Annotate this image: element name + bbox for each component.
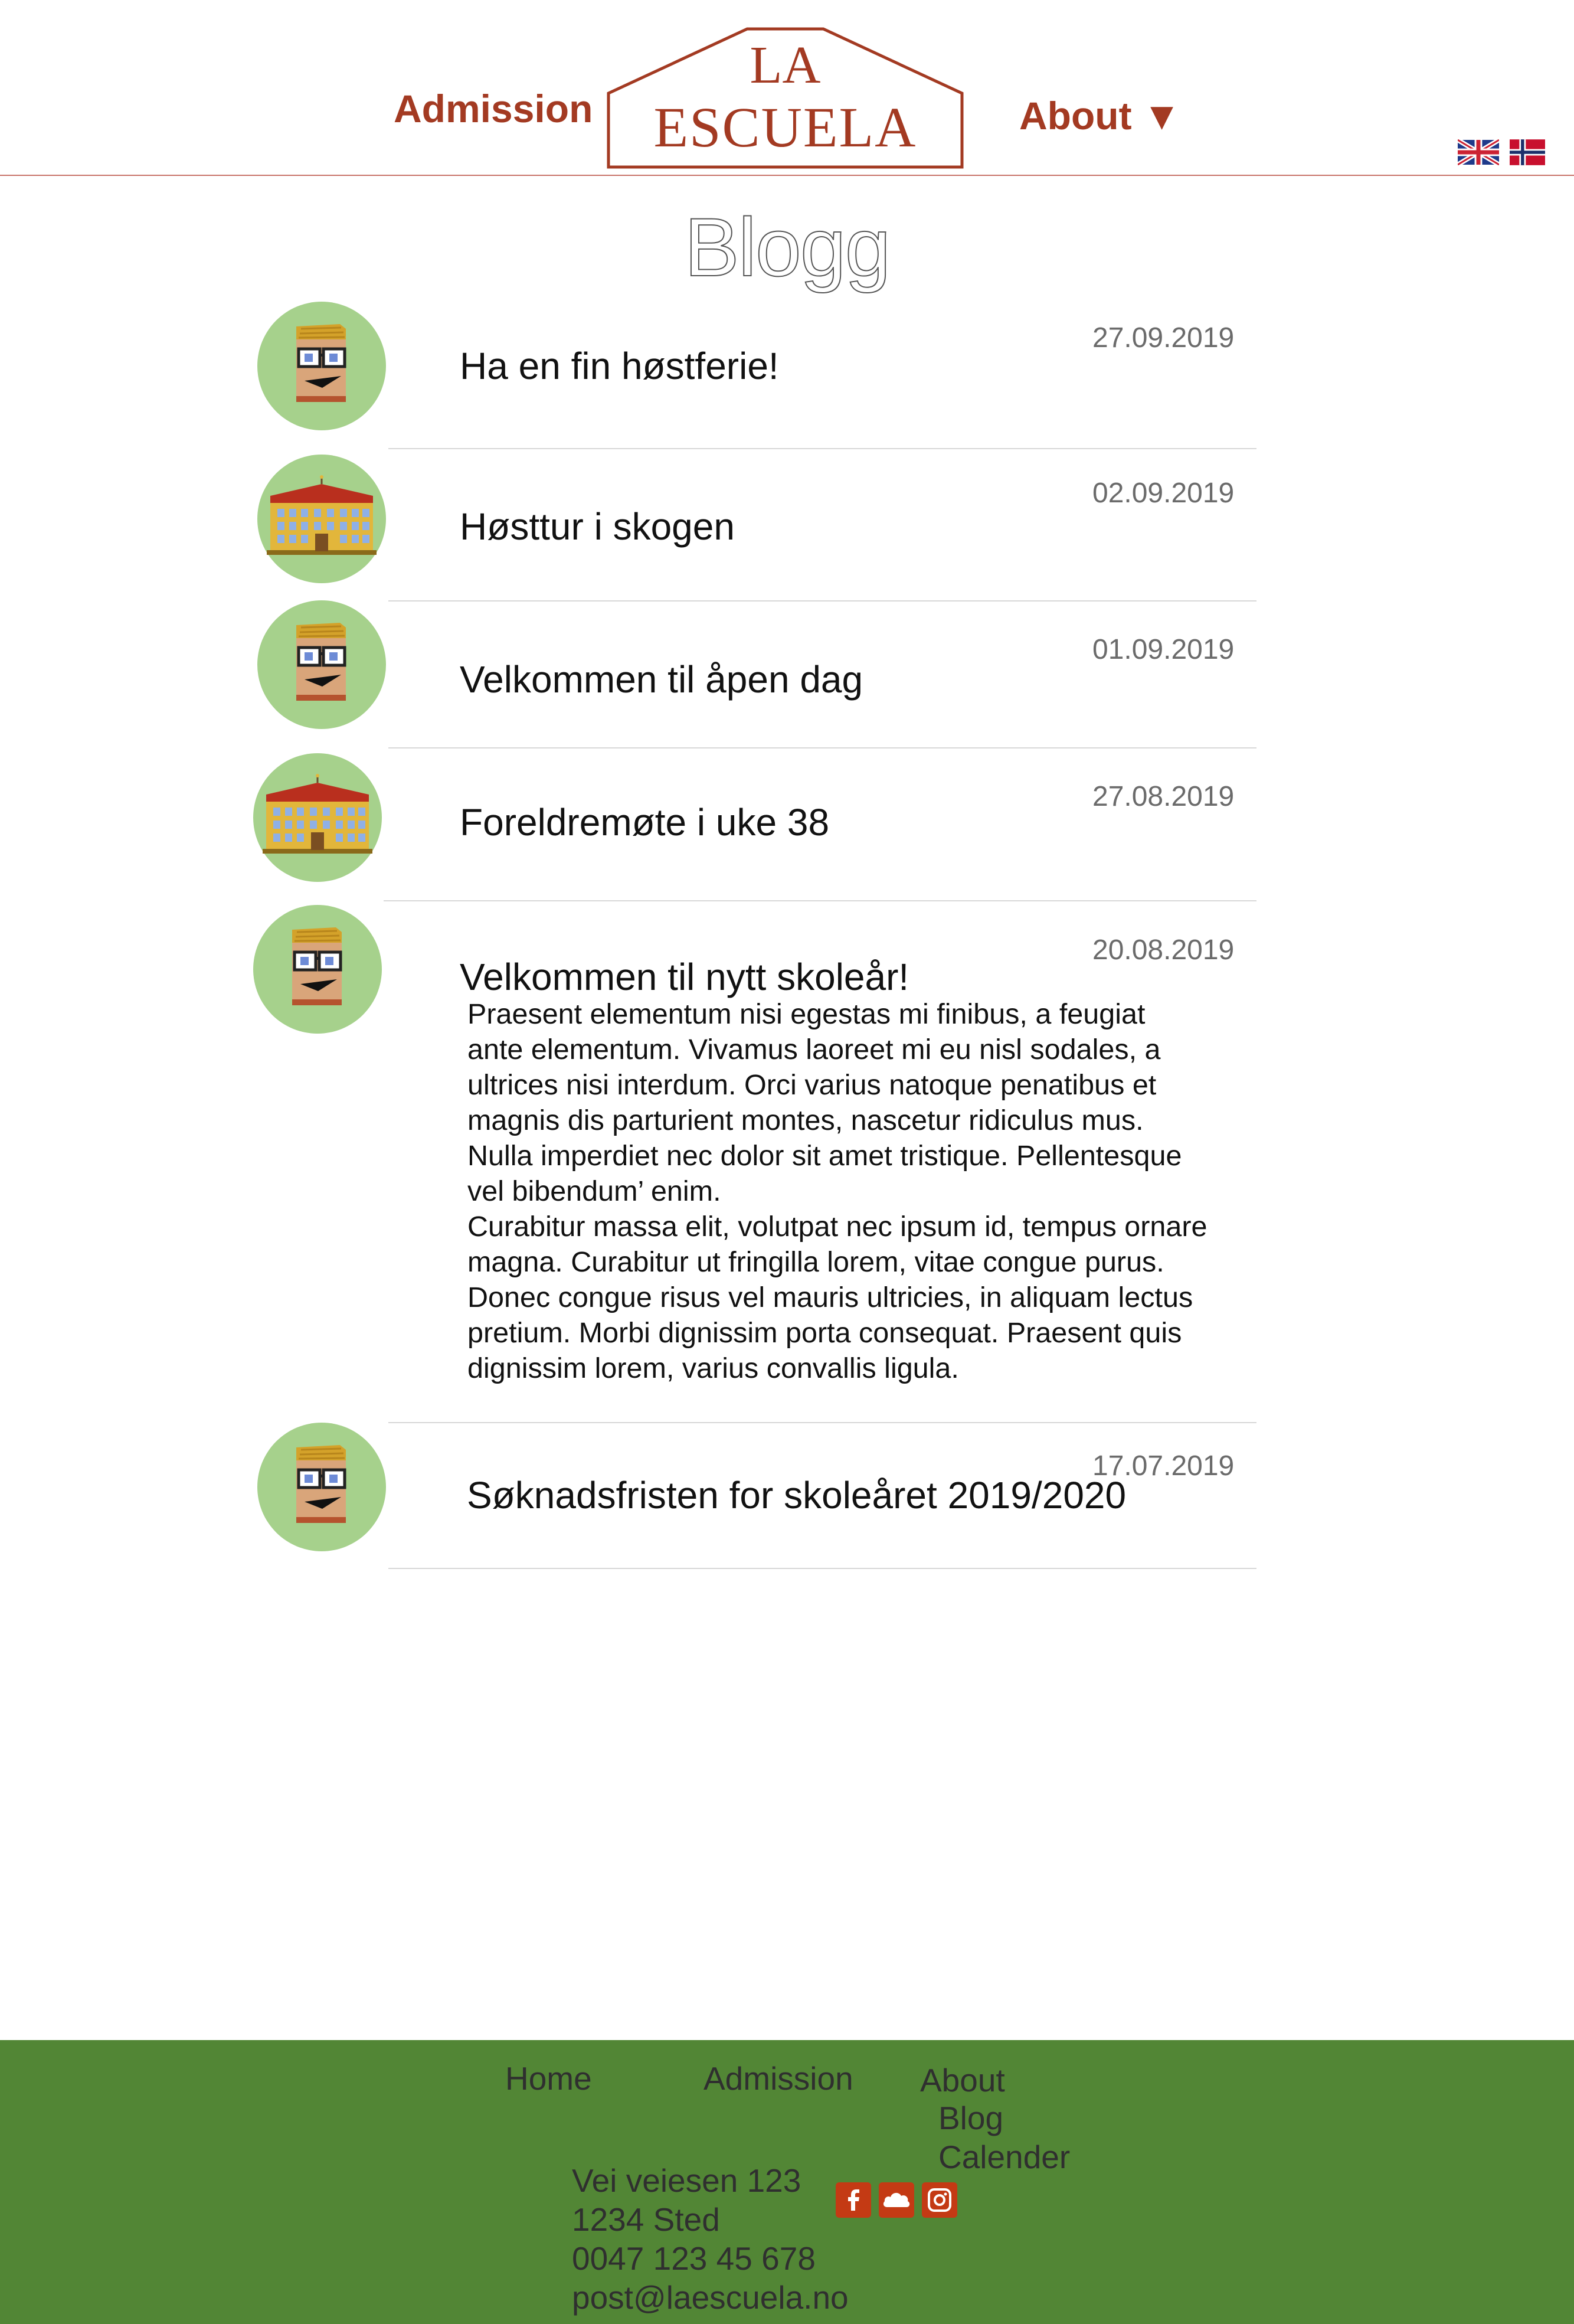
post-title[interactable]: Høsttur i skogen [460,505,735,548]
post-title[interactable]: Velkommen til åpen dag [460,658,863,701]
teacher-avatar-icon [257,1423,386,1551]
footer-link-home[interactable]: Home [505,2060,592,2097]
footer-address-city: 1234 Sted [572,2201,720,2238]
post-divider [388,600,1256,602]
post-body-line: pretium. Morbi dignissim porta consequat… [467,1317,1182,1349]
post-body-line: magna. Curabitur ut fringilla lorem, vit… [467,1246,1164,1278]
teacher-avatar-icon [257,600,386,729]
post-date: 01.09.2019 [1092,634,1235,665]
post-divider [384,900,1256,901]
post-body-line: vel bibendum’ enim. [467,1175,721,1207]
post-body-line: Praesent elementum nisi egestas mi finib… [467,998,1146,1030]
post-title[interactable]: Ha en fin høstferie! [460,344,779,388]
instagram-icon[interactable] [922,2182,957,2218]
facebook-icon[interactable] [836,2182,871,2218]
footer-link-admission[interactable]: Admission [703,2060,853,2097]
post-divider [388,1422,1256,1423]
english-flag-icon[interactable] [1456,138,1501,167]
post-body-line: ultrices nisi interdum. Orci varius nato… [467,1069,1157,1101]
footer-link-blog[interactable]: Blog [938,2099,1003,2137]
post-date: 27.08.2019 [1092,781,1235,812]
nav-admission[interactable]: Admission [394,86,593,131]
school-building-icon [257,455,386,583]
post-body-line: Donec congue risus vel mauris ultricies,… [467,1282,1193,1313]
logo[interactable]: LA ESCUELA [607,27,964,169]
teacher-avatar-icon [257,302,386,430]
teacher-avatar-icon [253,905,382,1034]
post-title[interactable]: Velkommen til nytt skoleår! [460,955,909,999]
logo-line2: ESCUELA [653,96,917,159]
post-body-line: Curabitur massa elit, volutpat nec ipsum… [467,1211,1208,1243]
post-date: 20.08.2019 [1092,934,1235,966]
footer-phone: 0047 123 45 678 [572,2240,816,2277]
footer-link-calender[interactable]: Calender [938,2138,1070,2176]
post-body-line: magnis dis parturient montes, nascetur r… [467,1104,1144,1136]
post-title[interactable]: Foreldremøte i uke 38 [460,800,829,844]
page-title: Blogg [683,200,891,294]
logo-line1: LA [750,36,821,94]
post-body-line: ante elementum. Vivamus laoreet mi eu ni… [467,1034,1161,1065]
post-date: 27.09.2019 [1092,322,1235,354]
post-body: Praesent elementum nisi egestas mi finib… [467,996,1241,1386]
post-divider [388,747,1256,748]
post-body-line: dignissim lorem, varius convallis ligula… [467,1352,959,1384]
post-date: 02.09.2019 [1092,478,1235,509]
norwegian-flag-icon[interactable] [1510,139,1551,165]
header-divider [0,175,1574,176]
post-divider [388,448,1256,449]
cloud-icon[interactable] [879,2182,914,2218]
post-title[interactable]: Søknadsfristen for skoleåret 2019/2020 [467,1473,1126,1517]
post-body-line: Nulla imperdiet nec dolor sit amet trist… [467,1140,1182,1172]
post-divider [388,1568,1256,1569]
nav-about-dropdown[interactable]: About ▼ [1019,93,1181,138]
footer-address-street: Vei veiesen 123 [572,2162,801,2199]
footer-link-about[interactable]: About [920,2061,1005,2099]
footer-email[interactable]: post@laescuela.no [572,2279,849,2316]
school-building-icon [253,753,382,882]
